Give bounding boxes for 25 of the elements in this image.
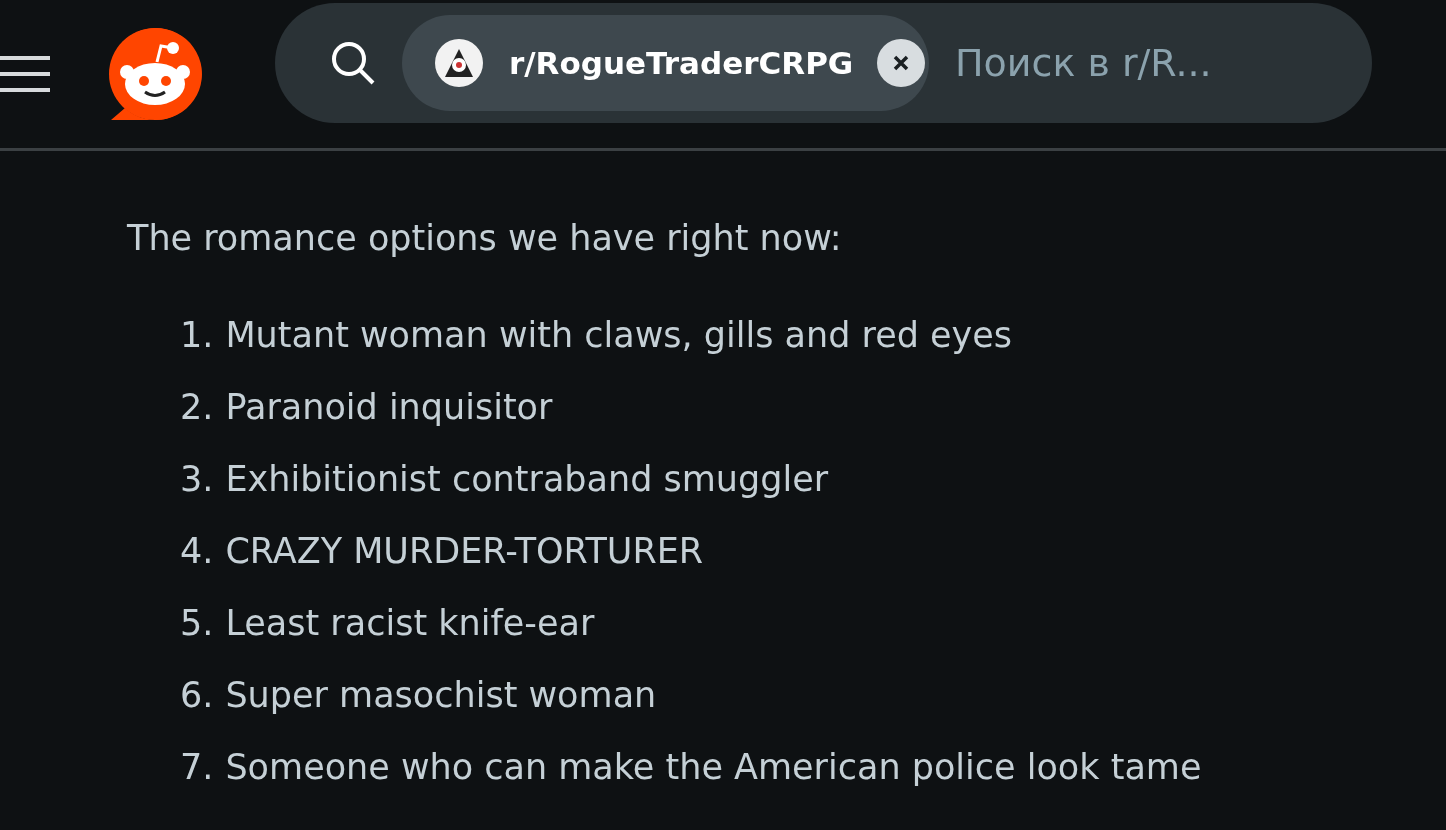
- list-number: 6.: [180, 674, 214, 717]
- list-number: 1.: [180, 314, 214, 357]
- list-number: 2.: [180, 386, 214, 429]
- list-number: 7.: [180, 746, 214, 789]
- list-item-text: Someone who can make the American police look tame: [225, 746, 1202, 789]
- list-number: 3.: [180, 458, 214, 501]
- post-paragraph: The romance options we have right now:: [127, 217, 843, 260]
- community-name: r/RogueTraderCRPG: [509, 45, 854, 81]
- menu-button[interactable]: [0, 56, 50, 92]
- menu-icon: [0, 56, 50, 92]
- search-field[interactable]: r/RogueTraderCRPG Поиск в r/R...: [275, 3, 1372, 123]
- community-chip[interactable]: r/RogueTraderCRPG: [402, 15, 929, 111]
- community-avatar-icon: [435, 39, 483, 87]
- list-item-text: Super masochist woman: [225, 674, 657, 717]
- list-item-text: CRAZY MURDER-TORTURER: [225, 530, 704, 573]
- clear-button[interactable]: [877, 39, 926, 87]
- list-number: 5.: [180, 602, 214, 645]
- list-number: 4.: [180, 530, 214, 573]
- close-icon: [893, 55, 910, 71]
- search-icon: [330, 40, 376, 86]
- alien-logo-icon[interactable]: [107, 26, 203, 122]
- list-item-text: Exhibitionist contraband smuggler: [225, 458, 829, 501]
- list-item-text: Least racist knife-ear: [225, 602, 595, 645]
- list-item-text: Paranoid inquisitor: [225, 386, 553, 429]
- list-item-text: Mutant woman with claws, gills and red eyes: [225, 314, 1013, 357]
